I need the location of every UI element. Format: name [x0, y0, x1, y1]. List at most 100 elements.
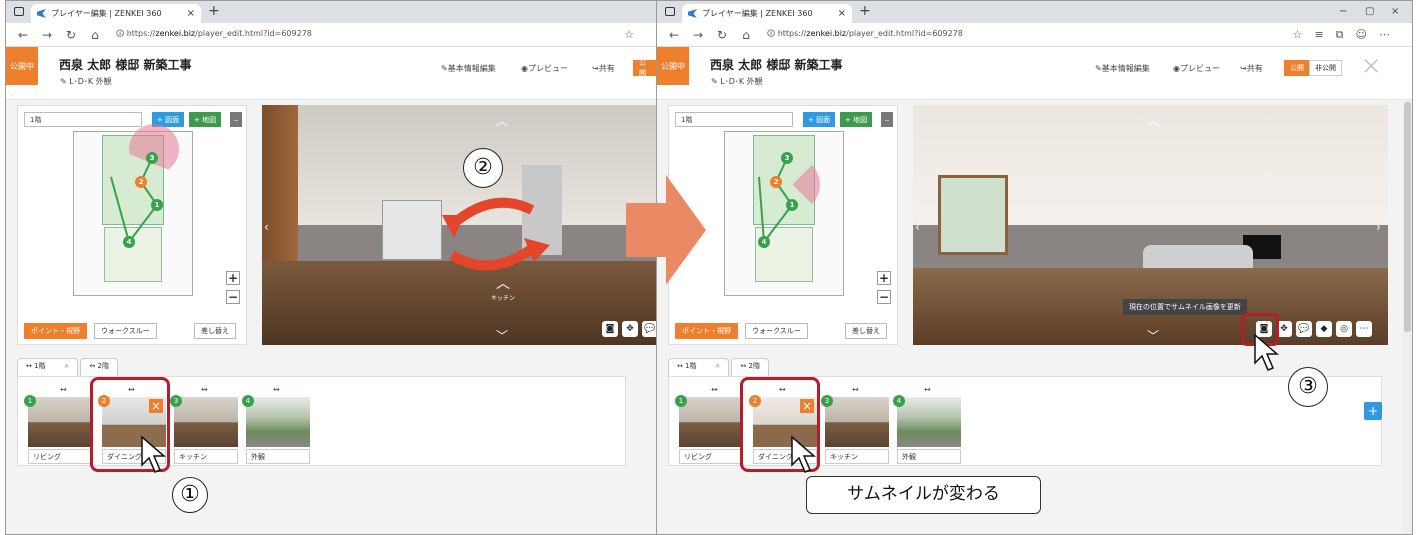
- more-icon[interactable]: ⋯: [1356, 321, 1372, 337]
- thumbnail-label: キッチン: [174, 449, 238, 464]
- basic-info-link[interactable]: ✎基本情報編集: [1095, 63, 1150, 74]
- preview-link[interactable]: ◉プレビュー: [521, 63, 568, 74]
- look-left-icon[interactable]: ‹: [264, 220, 269, 234]
- basic-info-link[interactable]: ✎基本情報編集: [441, 63, 496, 74]
- add-point-button[interactable]: +: [1364, 402, 1382, 420]
- map-point-2[interactable]: 2: [135, 176, 147, 188]
- collapse-button[interactable]: ‒: [230, 112, 243, 127]
- comment-icon[interactable]: 💬: [642, 321, 656, 337]
- thumbnail-1[interactable]: リビング: [679, 397, 743, 465]
- mode-point-button[interactable]: ポイント・視野: [24, 323, 87, 339]
- forward-icon[interactable]: →: [40, 28, 54, 42]
- zoom-out-button[interactable]: −: [226, 290, 240, 304]
- add-map-button[interactable]: + 地図: [189, 112, 222, 127]
- add-drawing-button[interactable]: + 図面: [803, 112, 836, 127]
- close-tab-icon[interactable]: ×: [187, 8, 195, 19]
- thumbnail-image: [825, 397, 889, 447]
- look-down-icon[interactable]: ﹀: [496, 327, 508, 344]
- preview-link[interactable]: ◉プレビュー: [1173, 63, 1220, 74]
- browser-tab[interactable]: プレイヤー編集 | ZENKEI 360 ×: [31, 4, 201, 23]
- favorite-icon[interactable]: ☆: [624, 28, 646, 41]
- zenkei-logo-icon: [37, 9, 46, 18]
- add-map-button[interactable]: + 地図: [840, 112, 873, 127]
- floor-select[interactable]: 1階: [24, 112, 142, 127]
- thumb-number: 4: [242, 395, 254, 407]
- zoom-in-button[interactable]: +: [226, 271, 240, 285]
- tab-floor-1[interactable]: ↔ 1階 ×: [668, 358, 730, 376]
- thumbnail-image: [897, 397, 961, 447]
- home-icon[interactable]: ⌂: [739, 28, 753, 42]
- zoom-out-button[interactable]: −: [877, 290, 891, 304]
- map-point-1[interactable]: 1: [151, 199, 163, 211]
- back-icon[interactable]: ←: [667, 28, 681, 42]
- panorama-viewer[interactable]: ︿ ﹀ ‹ › 現在の位置でサムネイル画像を更新 ◙ ✥ 💬 ◆ ◎ ⋯: [913, 105, 1388, 345]
- replace-button[interactable]: 差し替え: [194, 323, 236, 339]
- new-tab-icon[interactable]: +: [208, 3, 220, 19]
- look-up-icon[interactable]: ︿: [1147, 112, 1159, 129]
- replace-button[interactable]: 差し替え: [845, 323, 887, 339]
- tag-list: ✎ L･D･K 外観: [711, 76, 763, 87]
- thumbnail-4[interactable]: 外観: [246, 397, 310, 465]
- url-path: /player_edit.html?id=609278: [846, 28, 963, 38]
- reload-icon[interactable]: ↻: [715, 28, 729, 42]
- thumbnail-1[interactable]: リビング: [28, 397, 92, 465]
- hotspot-kitchen[interactable]: ︿ キッチン: [491, 273, 515, 302]
- minimize-icon[interactable]: −: [1339, 6, 1347, 17]
- url-field[interactable]: 🛈 https://zenkei.biz/player_edit.html?id…: [767, 28, 963, 42]
- collapse-button[interactable]: ‒: [881, 112, 894, 127]
- new-tab-icon[interactable]: +: [859, 3, 871, 19]
- maximize-icon[interactable]: ▢: [1365, 6, 1374, 17]
- home-icon[interactable]: ⌂: [88, 28, 102, 42]
- url-scheme: https://: [126, 28, 156, 38]
- reload-icon[interactable]: ↻: [64, 28, 78, 42]
- floor-plan-drawing: 3 2 1 4: [73, 124, 193, 296]
- toolbar-icons[interactable]: ☆≡⧉☺⋯: [1293, 28, 1402, 42]
- browser-tab[interactable]: プレイヤー編集 | ZENKEI 360 ×: [682, 4, 852, 23]
- close-editor-icon[interactable]: ×: [1360, 51, 1382, 81]
- window-menu-icon[interactable]: [14, 7, 24, 16]
- tab-bar: プレイヤー編集 | ZENKEI 360 × + − ▢ ×: [657, 1, 1412, 23]
- private-button[interactable]: 非公開: [1309, 60, 1342, 76]
- route-lines: [110, 157, 159, 245]
- look-left-icon[interactable]: ‹: [915, 220, 920, 234]
- look-up-icon[interactable]: ︿: [496, 112, 508, 129]
- map-point-4[interactable]: 4: [123, 236, 135, 248]
- move-icon[interactable]: ✥: [622, 321, 638, 337]
- share-link[interactable]: ↪共有: [1240, 63, 1263, 74]
- close-tab-icon[interactable]: ×: [838, 8, 846, 19]
- forward-icon[interactable]: →: [691, 28, 705, 42]
- map-point-3[interactable]: 3: [781, 152, 793, 164]
- compass-icon[interactable]: ◎: [1336, 321, 1352, 337]
- zoom-in-button[interactable]: +: [877, 271, 891, 285]
- camera-icon[interactable]: ◙: [602, 321, 618, 337]
- look-down-icon[interactable]: ﹀: [1147, 327, 1159, 344]
- window-menu-icon[interactable]: [665, 7, 675, 16]
- tab-floor-2[interactable]: ↔ 2階: [80, 358, 118, 376]
- share-link[interactable]: ↪共有: [592, 63, 615, 74]
- look-right-icon[interactable]: ›: [1376, 220, 1381, 234]
- tab-floor-1[interactable]: ↔ 1階 ×: [17, 358, 79, 376]
- comment-icon[interactable]: 💬: [1296, 321, 1312, 337]
- map-point-2[interactable]: 2: [770, 176, 782, 188]
- window-close-icon[interactable]: ×: [1391, 6, 1399, 17]
- mode-point-button[interactable]: ポイント・視野: [675, 323, 738, 339]
- thumbnail-3[interactable]: キッチン: [825, 397, 889, 465]
- tag-icon[interactable]: ◆: [1316, 321, 1332, 337]
- map-point-3[interactable]: 3: [146, 152, 158, 164]
- tab-floor-2[interactable]: ↔ 2階: [731, 358, 769, 376]
- tag-icon: ✎: [711, 77, 721, 86]
- map-point-4[interactable]: 4: [758, 236, 770, 248]
- public-button[interactable]: 公開: [1284, 60, 1310, 76]
- map-point-1[interactable]: 1: [786, 199, 798, 211]
- panorama-viewer[interactable]: ︿ ﹀ ‹ ︿ キッチン ◙ ✥ 💬: [262, 105, 656, 345]
- floor-select[interactable]: 1階: [675, 112, 793, 127]
- public-button[interactable]: 公開: [633, 59, 656, 77]
- thumbnail-3[interactable]: キッチン: [174, 397, 238, 465]
- thumbnail-label: キッチン: [825, 449, 889, 464]
- back-icon[interactable]: ←: [16, 28, 30, 42]
- thumbnail-4[interactable]: 外観: [897, 397, 961, 465]
- mode-walk-button[interactable]: ウォークスルー: [94, 323, 157, 339]
- mode-walk-button[interactable]: ウォークスルー: [745, 323, 808, 339]
- scrollbar[interactable]: [1403, 100, 1412, 534]
- url-field[interactable]: 🛈 https://zenkei.biz/player_edit.html?id…: [116, 28, 312, 42]
